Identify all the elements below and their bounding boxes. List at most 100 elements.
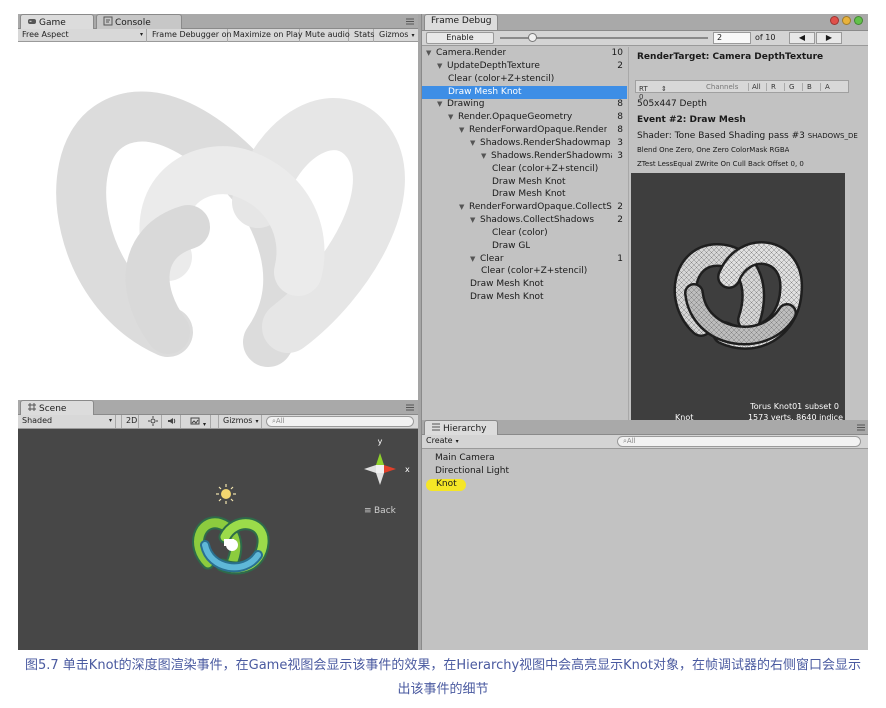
- tree-row-count: 8: [617, 125, 623, 136]
- game-view-viewport[interactable]: [18, 42, 418, 400]
- frame-debugger-toggle[interactable]: Frame Debugger on: [148, 29, 232, 42]
- window-minimize-button[interactable]: [842, 16, 851, 25]
- tree-row[interactable]: ▼ UpdateDepthTexture 2: [422, 60, 627, 73]
- mesh-preview[interactable]: Torus Knot01 subset 0 Knot 1573 verts, 8…: [631, 173, 845, 431]
- expand-arrow-icon[interactable]: ▼: [481, 152, 491, 160]
- scene-search-input[interactable]: ⌕All: [266, 416, 414, 427]
- frame-debugger-window: Frame Debug Enable 2 of 10 ◀ ▶ ▼ Camera.R…: [421, 14, 868, 431]
- tree-row[interactable]: ▼ RenderForwardOpaque.CollectSl 2: [422, 201, 627, 214]
- shading-mode-dropdown[interactable]: Shaded ▾: [18, 415, 116, 428]
- gizmos-dropdown[interactable]: Gizmos ▾: [375, 29, 418, 42]
- expand-arrow-icon[interactable]: ▼: [437, 62, 447, 70]
- event-number-field[interactable]: 2: [713, 32, 751, 44]
- game-toolbar: Free Aspect ▾ Frame Debugger on Maximize …: [18, 29, 418, 42]
- chevron-up-down-icon: ⇕: [661, 85, 667, 93]
- tab-hierarchy[interactable]: Hierarchy: [424, 420, 498, 435]
- tree-row[interactable]: Clear (color+Z+stencil): [422, 163, 627, 176]
- tree-row[interactable]: ▼Shadows.RenderShadowmapC 3: [422, 150, 627, 163]
- tree-row[interactable]: ▼ RenderForwardOpaque.Render 8: [422, 124, 627, 137]
- window-maximize-button[interactable]: [854, 16, 863, 25]
- tree-row-label: ▼Shadows.RenderShadowmapC: [481, 151, 612, 161]
- next-event-button[interactable]: ▶: [816, 32, 842, 44]
- tree-row[interactable]: Draw GL: [422, 240, 627, 253]
- scene-view-viewport[interactable]: y x ≡ Back: [18, 429, 418, 650]
- tree-row-label: ▼ RenderForwardOpaque.Render: [459, 125, 607, 135]
- hierarchy-window: Hierarchy Create ▾ ⌕All Main Camera Direc…: [421, 420, 868, 650]
- expand-arrow-icon[interactable]: ▼: [426, 49, 436, 57]
- tree-row[interactable]: ▼ Shadows.CollectShadows 2: [422, 214, 627, 227]
- panel-menu-icon[interactable]: [405, 403, 415, 412]
- expand-arrow-icon[interactable]: ▼: [448, 113, 458, 121]
- tree-row-count: 3: [617, 137, 623, 148]
- expand-arrow-icon[interactable]: ▼: [470, 139, 480, 147]
- tree-row[interactable]: ▼ Shadows.RenderShadowmap 3: [422, 137, 627, 150]
- tree-row[interactable]: Draw Mesh Knot: [422, 278, 627, 291]
- shader-keyword: SHADOWS_DE: [807, 132, 858, 140]
- expand-arrow-icon[interactable]: ▼: [470, 255, 480, 263]
- render-target-toolbar: RT 0 ⇕ Channels All R G B A: [635, 80, 849, 101]
- hierarchy-item[interactable]: Directional Light: [435, 466, 509, 476]
- aspect-dropdown[interactable]: Free Aspect ▾: [18, 29, 147, 42]
- expand-arrow-icon[interactable]: ▼: [437, 100, 447, 108]
- tree-row-text: Shadows.RenderShadowmapC: [491, 150, 612, 161]
- mute-audio-toggle[interactable]: Mute audio: [301, 29, 350, 42]
- tab-game[interactable]: Game: [20, 14, 94, 29]
- expand-arrow-icon[interactable]: ▼: [459, 203, 469, 211]
- tree-row-count: 2: [617, 215, 623, 226]
- hierarchy-search-placeholder: All: [626, 437, 636, 445]
- tab-frame-debug[interactable]: Frame Debug: [424, 14, 498, 30]
- shader-info: Shader: Tone Based Shading pass #3 SHADO…: [637, 131, 867, 141]
- event-slider-track[interactable]: [500, 33, 708, 42]
- directional-light-icon[interactable]: [216, 484, 236, 504]
- hierarchy-item[interactable]: Main Camera: [435, 453, 495, 463]
- tree-row[interactable]: Draw Mesh Knot: [422, 291, 627, 304]
- tree-row[interactable]: Clear (color): [422, 227, 627, 240]
- maximize-on-play-toggle[interactable]: Maximize on Play: [229, 29, 303, 42]
- event-slider-thumb[interactable]: [527, 33, 537, 42]
- gizmo-view-label[interactable]: Back: [374, 506, 397, 516]
- tree-row-label: Draw Mesh Knot: [470, 292, 544, 302]
- channel-r-button[interactable]: R: [766, 83, 780, 91]
- expand-arrow-icon[interactable]: ▼: [459, 126, 469, 134]
- tree-row[interactable]: Draw Mesh Knot: [422, 188, 627, 201]
- scene-effects-dropdown[interactable]: ▾: [186, 415, 211, 428]
- tree-row-label: ▼ Render.OpaqueGeometry: [448, 112, 572, 122]
- tree-row[interactable]: ▼ Clear 1: [422, 253, 627, 266]
- hierarchy-search-input[interactable]: ⌕All: [617, 436, 861, 447]
- tree-row-text: Clear (color+Z+stencil): [448, 73, 555, 84]
- render-target-size: 505x447 Depth: [637, 99, 707, 109]
- tree-row-count: 3: [617, 150, 623, 161]
- channel-b-button[interactable]: B: [802, 83, 816, 91]
- channel-g-button[interactable]: G: [784, 83, 798, 91]
- hierarchy-item-highlighted[interactable]: Knot: [426, 479, 466, 491]
- tree-row-selected[interactable]: Draw Mesh Knot: [422, 85, 627, 99]
- scene-lighting-toggle[interactable]: [144, 415, 162, 428]
- enable-button[interactable]: Enable: [426, 32, 494, 44]
- orientation-gizmo[interactable]: [364, 453, 396, 485]
- tab-console[interactable]: Console: [96, 14, 182, 29]
- stats-toggle[interactable]: Stats: [350, 29, 374, 42]
- prev-event-button[interactable]: ◀: [789, 32, 815, 44]
- scene-gizmos-dropdown[interactable]: Gizmos ▾: [218, 415, 262, 428]
- scene-audio-toggle[interactable]: [163, 415, 181, 428]
- panel-menu-icon[interactable]: [856, 423, 866, 432]
- panel-menu-icon[interactable]: [405, 17, 415, 26]
- expand-arrow-icon[interactable]: ▼: [470, 216, 480, 224]
- gizmo-menu-icon: ≡: [364, 506, 372, 516]
- 2d-mode-button[interactable]: 2D: [121, 415, 139, 428]
- tree-row[interactable]: ▼ Render.OpaqueGeometry 8: [422, 111, 627, 124]
- channel-a-button[interactable]: A: [820, 83, 834, 91]
- window-close-button[interactable]: [830, 16, 839, 25]
- tree-row[interactable]: Clear (color+Z+stencil): [422, 265, 627, 278]
- figure-caption: 图5.7 单击Knot的深度图渲染事件，在Game视图会显示该事件的效果，在Hi…: [25, 658, 861, 697]
- tree-row[interactable]: Clear (color+Z+stencil): [422, 73, 627, 86]
- channel-all-button[interactable]: All: [748, 83, 764, 91]
- tree-row[interactable]: ▼ Drawing 8: [422, 98, 627, 111]
- tree-row[interactable]: Draw Mesh Knot: [422, 176, 627, 189]
- preview-subset-label: Torus Knot01 subset 0: [749, 402, 839, 411]
- tree-row[interactable]: ▼ Camera.Render 10: [422, 47, 627, 60]
- create-dropdown[interactable]: Create ▾: [426, 436, 462, 447]
- tab-scene[interactable]: Scene: [20, 400, 94, 415]
- chevron-down-icon: ▾: [108, 417, 112, 424]
- tree-row-text: Drawing: [447, 99, 485, 110]
